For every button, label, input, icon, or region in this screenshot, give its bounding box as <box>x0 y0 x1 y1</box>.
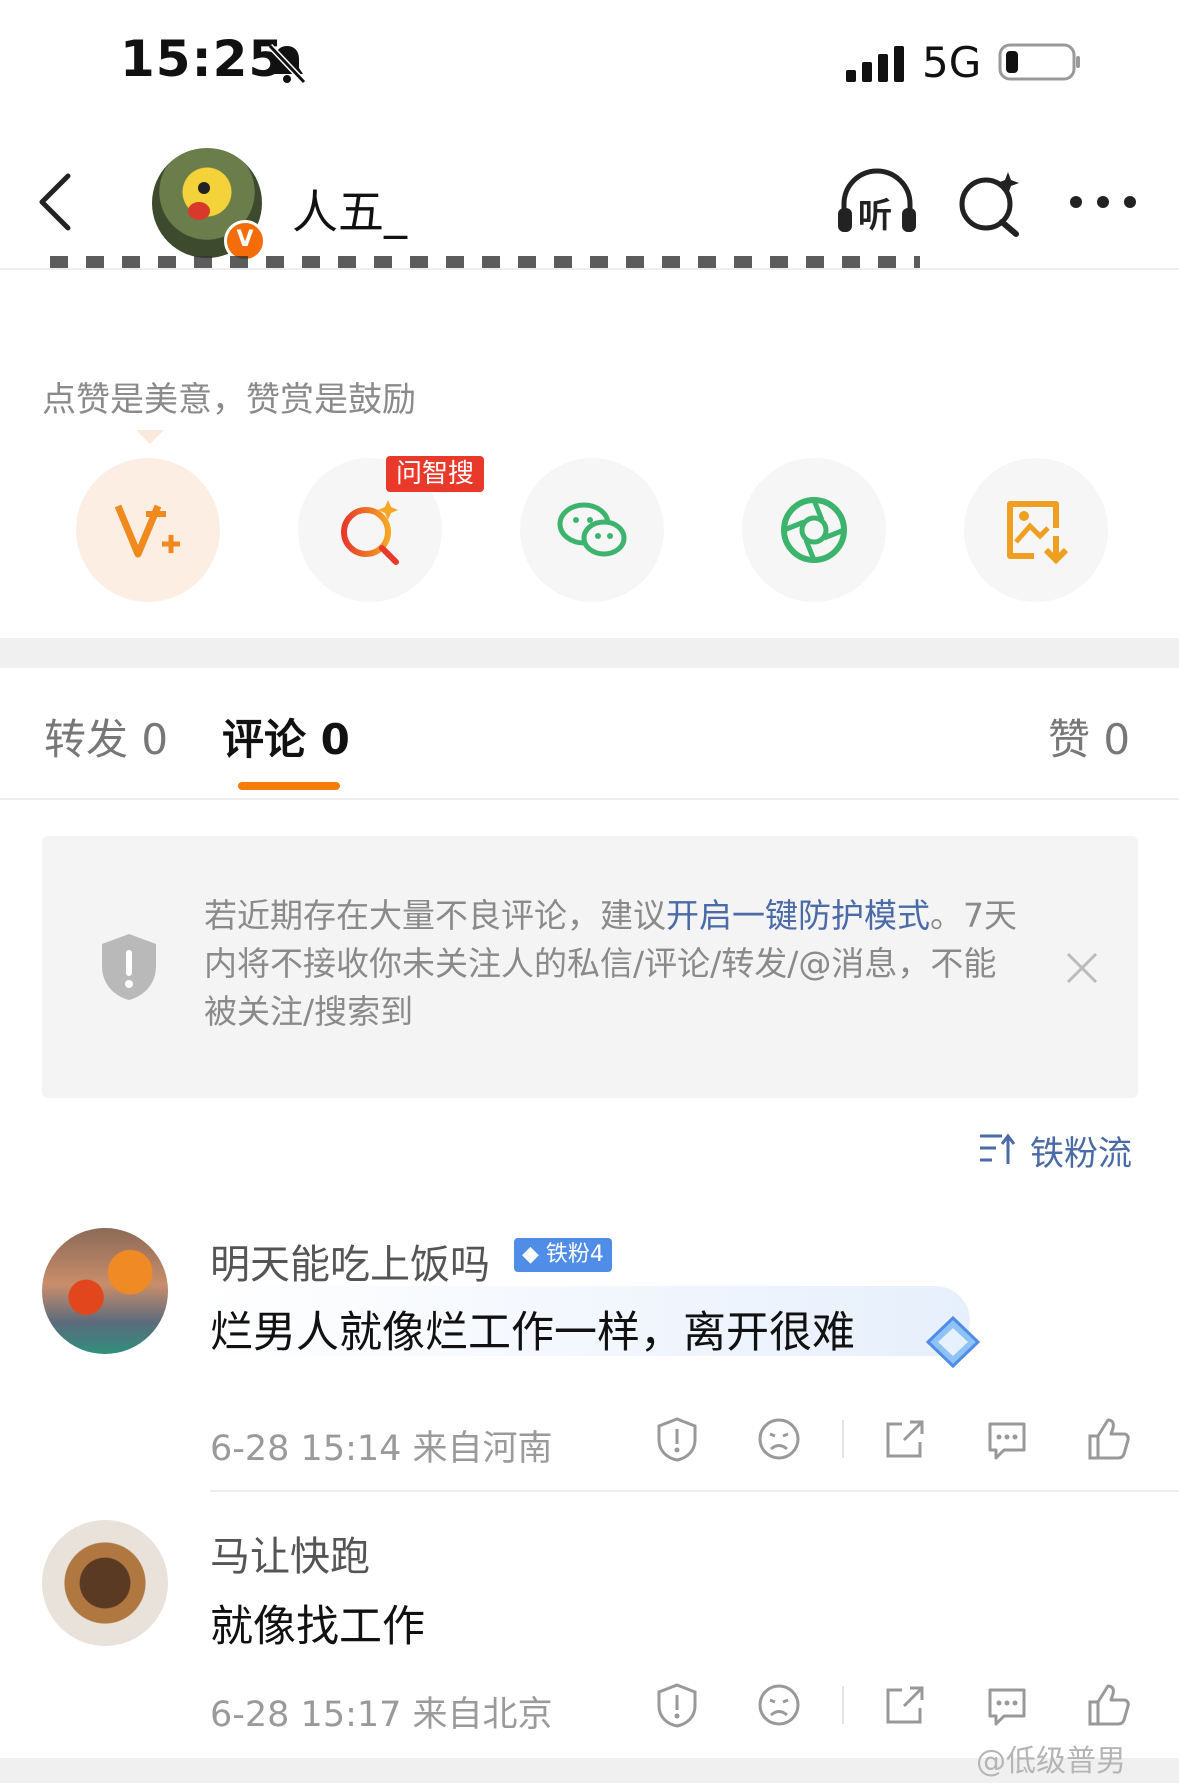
battery-icon <box>998 43 1080 81</box>
comment-text: 就像找工作 <box>210 1602 425 1652</box>
like-icon[interactable] <box>1086 1416 1132 1462</box>
fan-level-badge: ◆ 铁粉4 <box>514 1238 612 1272</box>
v-plus-icon <box>114 504 180 558</box>
more-icon[interactable] <box>1068 190 1138 214</box>
like-icon[interactable] <box>1086 1682 1132 1728</box>
diamond-icon <box>925 1315 981 1369</box>
network-type: 5G <box>922 38 982 87</box>
commenter-avatar[interactable] <box>42 1520 168 1646</box>
nav-divider <box>0 268 1179 270</box>
active-tab-indicator <box>238 782 340 790</box>
share-icon[interactable] <box>882 1682 928 1728</box>
commenter-name[interactable]: 马让快跑 <box>210 1524 370 1582</box>
reply-icon[interactable] <box>984 1416 1030 1462</box>
tab-divider <box>0 798 1179 800</box>
close-icon[interactable] <box>1064 950 1100 986</box>
shield-icon <box>102 934 156 1000</box>
bell-muted-icon <box>267 43 307 85</box>
sort-mode-label[interactable]: 铁粉流 <box>1030 1126 1132 1175</box>
share-icon[interactable] <box>882 1416 928 1462</box>
share-moments-button[interactable] <box>742 458 886 602</box>
ai-search-icon[interactable] <box>956 168 1022 238</box>
ai-search-icon <box>341 500 399 565</box>
hint-caret <box>136 430 164 444</box>
comment-text: 烂男人就像烂工作一样，离开很难 <box>210 1308 855 1358</box>
action-divider <box>842 1686 844 1724</box>
reward-hint: 点赞是美意，赞赏是鼓励 <box>42 380 416 420</box>
sort-icon[interactable] <box>978 1130 1016 1168</box>
listen-label: 听 <box>858 196 892 236</box>
reward-button[interactable] <box>76 458 220 602</box>
action-divider <box>842 1420 844 1458</box>
wechat-icon <box>557 502 627 557</box>
save-image-icon <box>1007 501 1069 565</box>
notice-text: 若近期存在大量不良评论，建议开启一键防护模式。7天内将不接收你未关注人的私信/评… <box>204 892 1024 1036</box>
commenter-avatar[interactable] <box>42 1228 168 1354</box>
reply-icon[interactable] <box>984 1682 1030 1728</box>
signal-icon <box>846 46 904 82</box>
tab-like[interactable]: 赞 0 <box>1048 706 1130 767</box>
moments-icon <box>781 497 847 563</box>
comment-meta: 6-28 15:14 来自河南 <box>210 1429 553 1469</box>
status-time: 15:25 <box>120 30 285 88</box>
ai-search-badge: 问智搜 <box>386 456 485 492</box>
listen-button[interactable]: 听 <box>834 166 920 238</box>
tab-repost[interactable]: 转发 0 <box>44 706 168 767</box>
notice-text-before: 若近期存在大量不良评论，建议 <box>204 896 666 935</box>
dislike-face-icon[interactable] <box>756 1416 802 1462</box>
tab-comment[interactable]: 评论 0 <box>222 706 350 767</box>
comment-divider <box>210 1490 1179 1492</box>
fan-level-text: 铁粉4 <box>545 1242 604 1267</box>
share-wechat-button[interactable] <box>520 458 664 602</box>
section-gap <box>0 638 1179 668</box>
dislike-face-icon[interactable] <box>756 1682 802 1728</box>
report-icon[interactable] <box>654 1416 700 1462</box>
author-name[interactable]: 人五_ <box>292 176 407 242</box>
report-icon[interactable] <box>654 1682 700 1728</box>
save-image-button[interactable] <box>964 458 1108 602</box>
back-arrow-icon[interactable] <box>34 170 78 234</box>
watermark: @低级普男 <box>976 1744 1126 1779</box>
commenter-name[interactable]: 明天能吃上饭吗 <box>210 1232 490 1290</box>
protection-mode-link[interactable]: 开启一键防护模式 <box>666 896 930 935</box>
comment-meta: 6-28 15:17 来自北京 <box>210 1695 553 1735</box>
